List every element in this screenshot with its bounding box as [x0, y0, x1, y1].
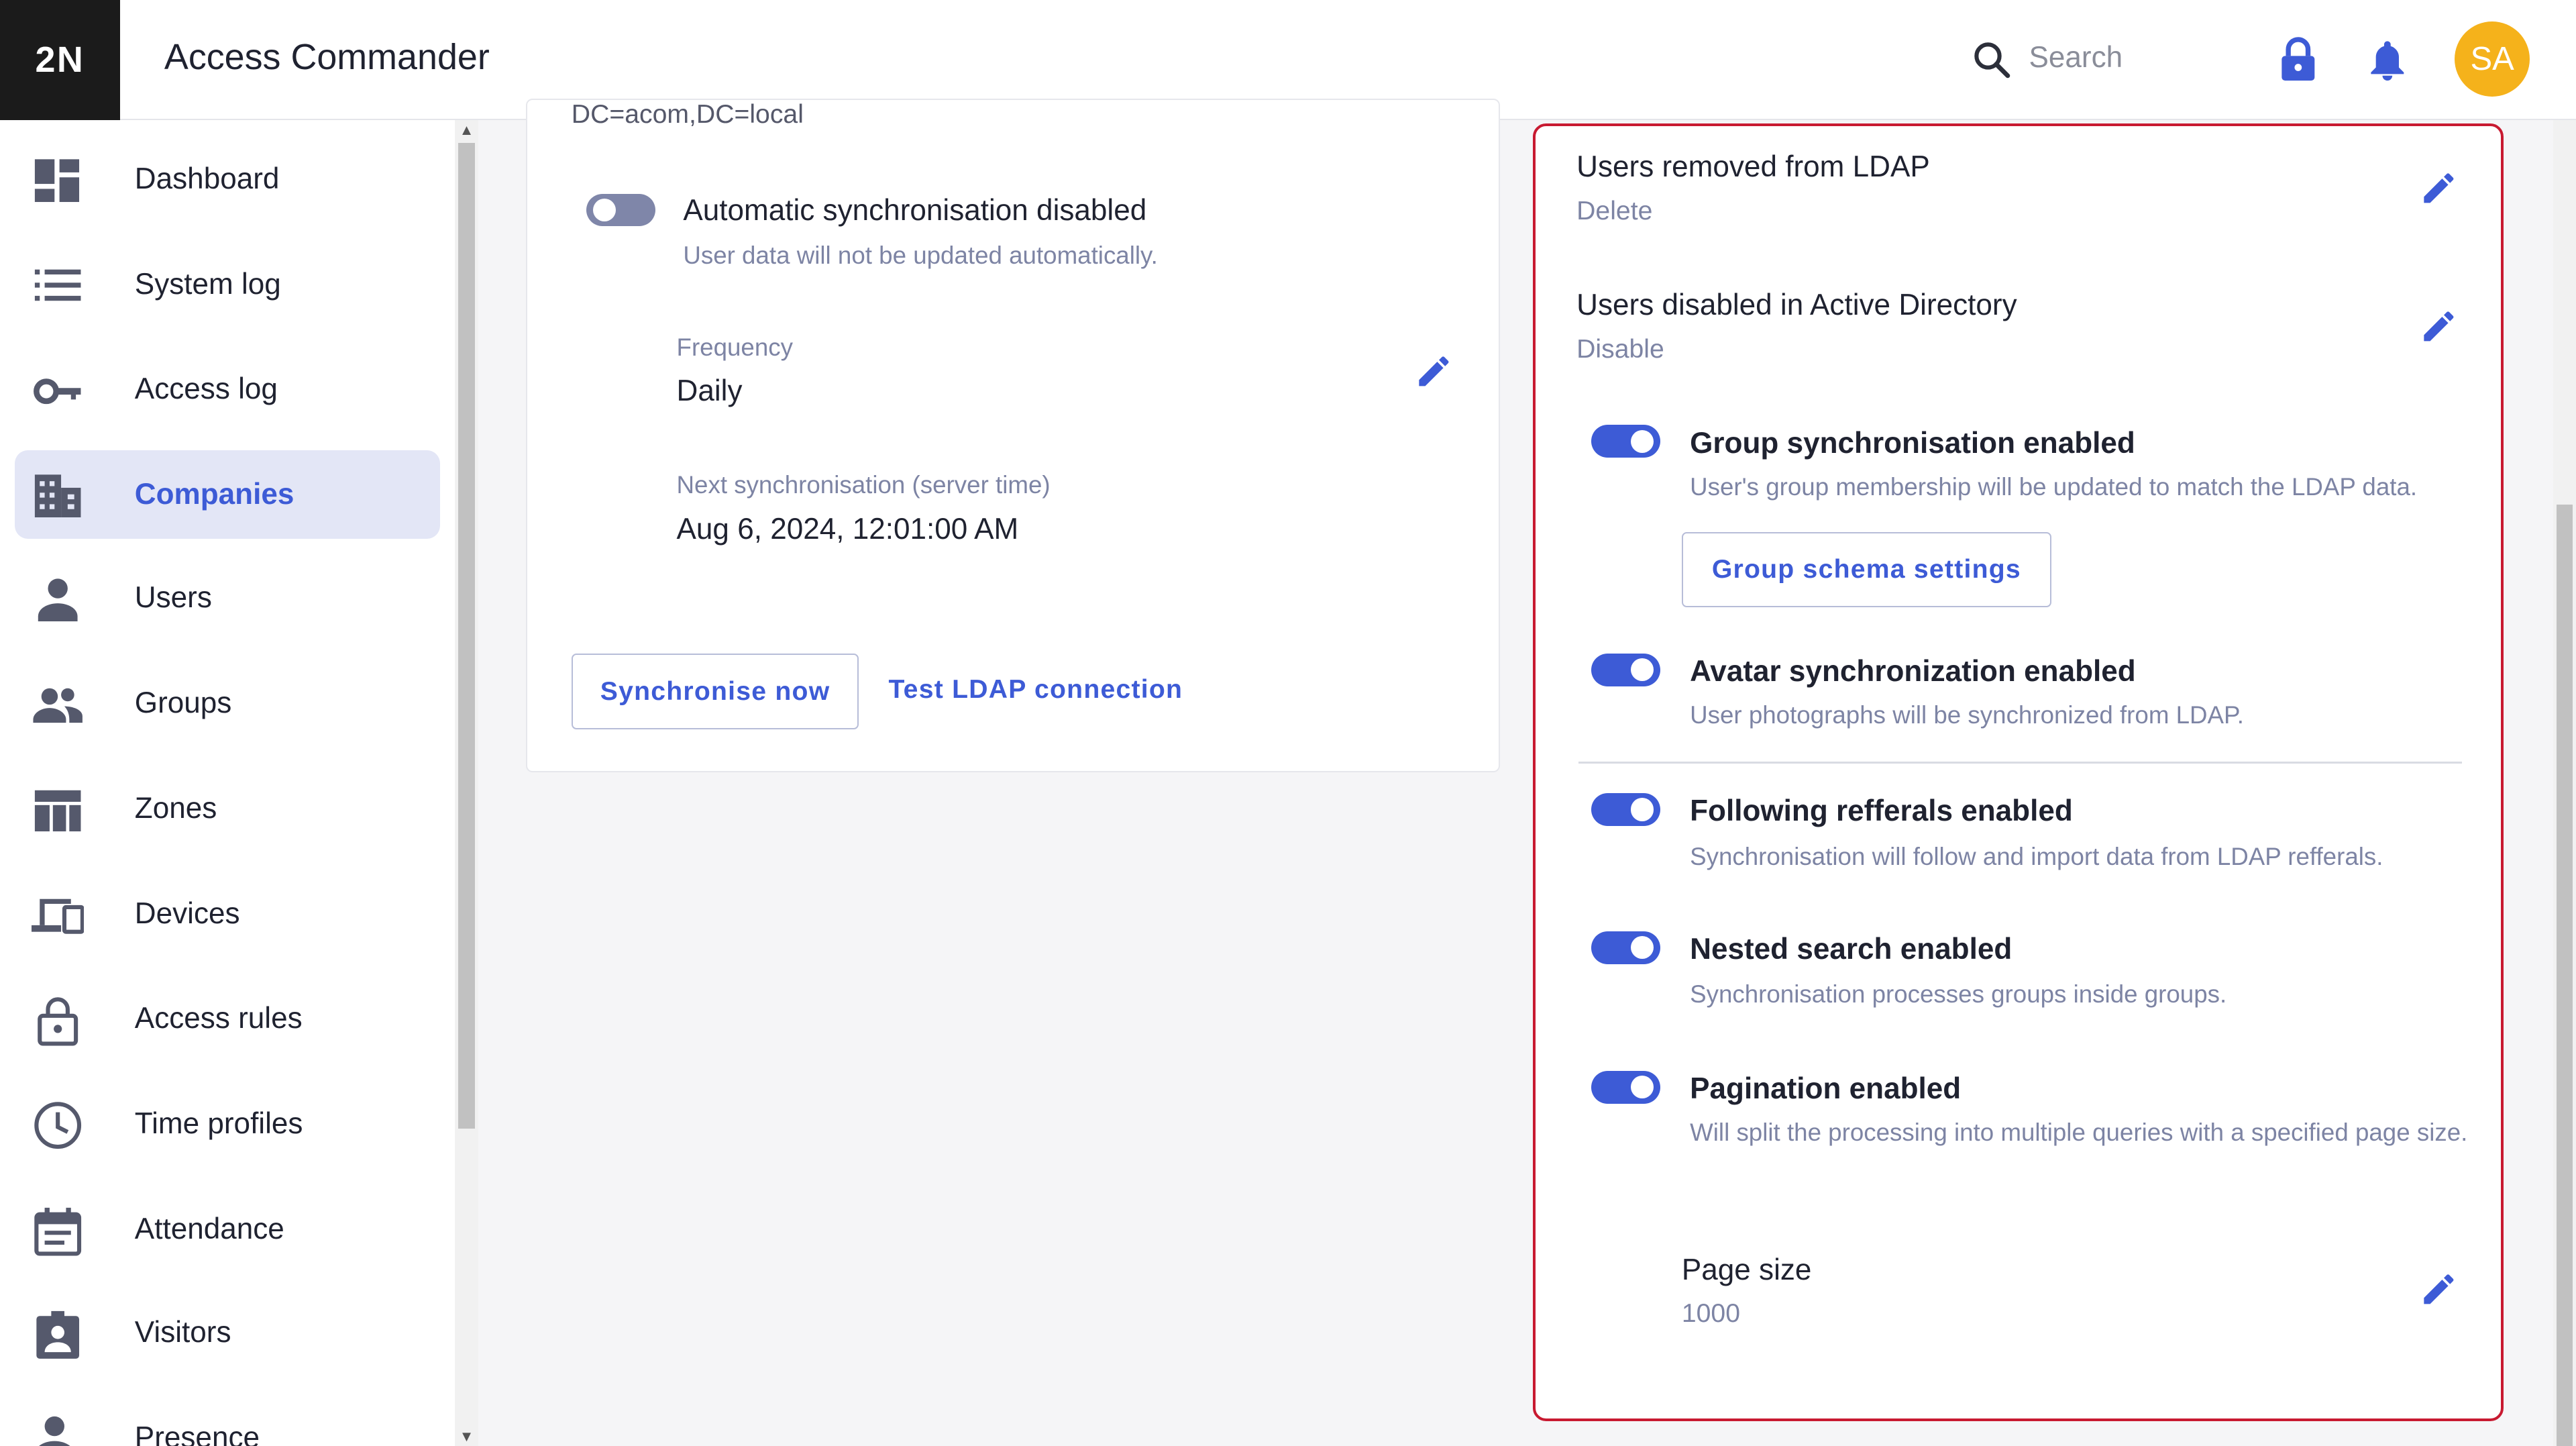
edit-disabled-users-icon[interactable]	[2419, 307, 2459, 346]
group-icon	[32, 688, 83, 723]
section-divider	[1578, 762, 2463, 764]
nested-search-toggle[interactable]	[1591, 931, 1661, 964]
auto-sync-desc: User data will not be updated automatica…	[683, 241, 1158, 269]
lock-icon[interactable]	[2277, 36, 2320, 83]
sidebar-item-label: Presence	[134, 1421, 260, 1446]
sidebar-item-access-log[interactable]: Access log	[15, 345, 440, 433]
sidebar-item-dashboard[interactable]: Dashboard	[15, 135, 440, 223]
referrals-title: Following refferals enabled	[1690, 794, 2073, 828]
auto-sync-toggle[interactable]	[586, 193, 655, 227]
sidebar-item-label: Dashboard	[134, 162, 280, 195]
nested-search-title: Nested search enabled	[1690, 933, 2012, 966]
padlock-icon	[37, 996, 78, 1046]
edit-removed-users-icon[interactable]	[2419, 168, 2459, 208]
synchronise-now-button[interactable]: Synchronise now	[571, 654, 859, 729]
sidebar-scroll-thumb[interactable]	[458, 143, 475, 1129]
devices-icon	[31, 898, 84, 934]
group-sync-toggle[interactable]	[1591, 425, 1661, 458]
zones-icon	[34, 790, 80, 832]
scroll-up-arrow-icon[interactable]: ▲	[455, 120, 478, 140]
sidebar-item-users[interactable]: Users	[15, 554, 440, 642]
sidebar-item-label: System log	[134, 267, 281, 301]
group-sync-desc: User's group membership will be updated …	[1690, 472, 2418, 501]
sidebar-item-time-profiles[interactable]: Time profiles	[15, 1080, 440, 1168]
ldap-options-card: Users removed from LDAP Delete Users dis…	[1532, 123, 2504, 1422]
sidebar-item-label: Users	[134, 581, 212, 615]
pagination-title: Pagination enabled	[1690, 1072, 1962, 1106]
sidebar-item-label: Visitors	[134, 1316, 231, 1349]
sidebar-item-attendance[interactable]: Attendance	[15, 1185, 440, 1274]
sidebar-item-zones[interactable]: Zones	[15, 764, 440, 853]
sync-settings-card: DC=acom,DC=local Automatic synchronisati…	[525, 98, 1500, 773]
removed-users-value: Delete	[1576, 196, 1653, 225]
sidebar: Dashboard System log Access log Companie…	[0, 119, 455, 1446]
sidebar-item-label: Access log	[134, 372, 278, 406]
sidebar-item-label: Companies	[134, 478, 294, 511]
user-avatar[interactable]: SA	[2454, 21, 2530, 97]
sidebar-item-access-rules[interactable]: Access rules	[15, 974, 440, 1063]
sidebar-item-label: Zones	[134, 791, 217, 825]
next-sync-value: Aug 6, 2024, 12:01:00 AM	[676, 512, 1019, 546]
referrals-toggle[interactable]	[1591, 792, 1661, 826]
group-sync-title: Group synchronisation enabled	[1690, 426, 2135, 460]
presence-icon	[38, 1416, 70, 1446]
sidebar-scrollbar[interactable]: ▲ ▼	[455, 119, 478, 1446]
removed-users-title: Users removed from LDAP	[1576, 150, 1930, 184]
badge-icon	[36, 1311, 79, 1359]
sidebar-item-label: Time profiles	[134, 1107, 303, 1141]
sidebar-item-label: Groups	[134, 686, 232, 720]
sidebar-item-visitors[interactable]: Visitors	[15, 1288, 440, 1377]
sidebar-item-companies[interactable]: Companies	[15, 450, 441, 539]
search-icon[interactable]	[1972, 40, 2011, 79]
group-schema-settings-button[interactable]: Group schema settings	[1681, 531, 2051, 608]
page-size-value: 1000	[1681, 1299, 1741, 1329]
frequency-label: Frequency	[676, 333, 793, 361]
next-sync-label: Next synchronisation (server time)	[676, 471, 1051, 499]
sidebar-item-groups[interactable]: Groups	[15, 659, 440, 747]
main-scrollbar[interactable]	[2553, 119, 2576, 1446]
sidebar-item-presence[interactable]: Presence	[15, 1394, 440, 1446]
avatar-sync-title: Avatar synchronization enabled	[1690, 655, 2136, 688]
auto-sync-title: Automatic synchronisation disabled	[683, 193, 1147, 227]
test-ldap-connection-button[interactable]: Test LDAP connection	[888, 675, 1183, 705]
disabled-users-value: Disable	[1576, 334, 1664, 364]
sidebar-item-label: Devices	[134, 896, 240, 930]
brand-logo[interactable]: 2N	[0, 0, 120, 120]
calendar-icon	[34, 1207, 81, 1256]
clock-icon	[34, 1102, 81, 1149]
user-icon	[38, 578, 78, 621]
pagination-toggle[interactable]	[1591, 1070, 1661, 1104]
building-icon	[34, 474, 80, 518]
avatar-sync-desc: User photographs will be synchronized fr…	[1690, 701, 2245, 729]
frequency-value: Daily	[676, 374, 743, 407]
edit-page-size-icon[interactable]	[2419, 1270, 2459, 1309]
app-window: 2N Access Commander Search SA Dashboard	[0, 0, 2576, 1446]
base-dn-text: DC=acom,DC=local	[571, 99, 804, 129]
sidebar-item-label: Access rules	[134, 1002, 303, 1035]
app-title: Access Commander	[164, 36, 490, 77]
dashboard-icon	[34, 159, 79, 203]
nested-search-desc: Synchronisation processes groups inside …	[1690, 980, 2227, 1009]
edit-frequency-icon[interactable]	[1414, 352, 1454, 391]
pagination-desc: Will split the processing into multiple …	[1690, 1119, 2468, 1147]
sidebar-item-devices[interactable]: Devices	[15, 870, 440, 958]
search-input[interactable]: Search	[2029, 41, 2123, 74]
scroll-down-arrow-icon[interactable]: ▼	[455, 1427, 478, 1446]
bell-icon[interactable]	[2366, 36, 2409, 83]
avatar-sync-toggle[interactable]	[1591, 653, 1661, 686]
list-icon	[34, 269, 80, 301]
page-size-label: Page size	[1681, 1253, 1812, 1286]
referrals-desc: Synchronisation will follow and import d…	[1690, 842, 2383, 870]
disabled-users-title: Users disabled in Active Directory	[1576, 289, 2017, 322]
sidebar-item-label: Attendance	[134, 1212, 284, 1245]
sidebar-item-system-log[interactable]: System log	[15, 240, 440, 329]
key-icon	[33, 378, 80, 404]
main-scroll-thumb[interactable]	[2556, 504, 2573, 1446]
